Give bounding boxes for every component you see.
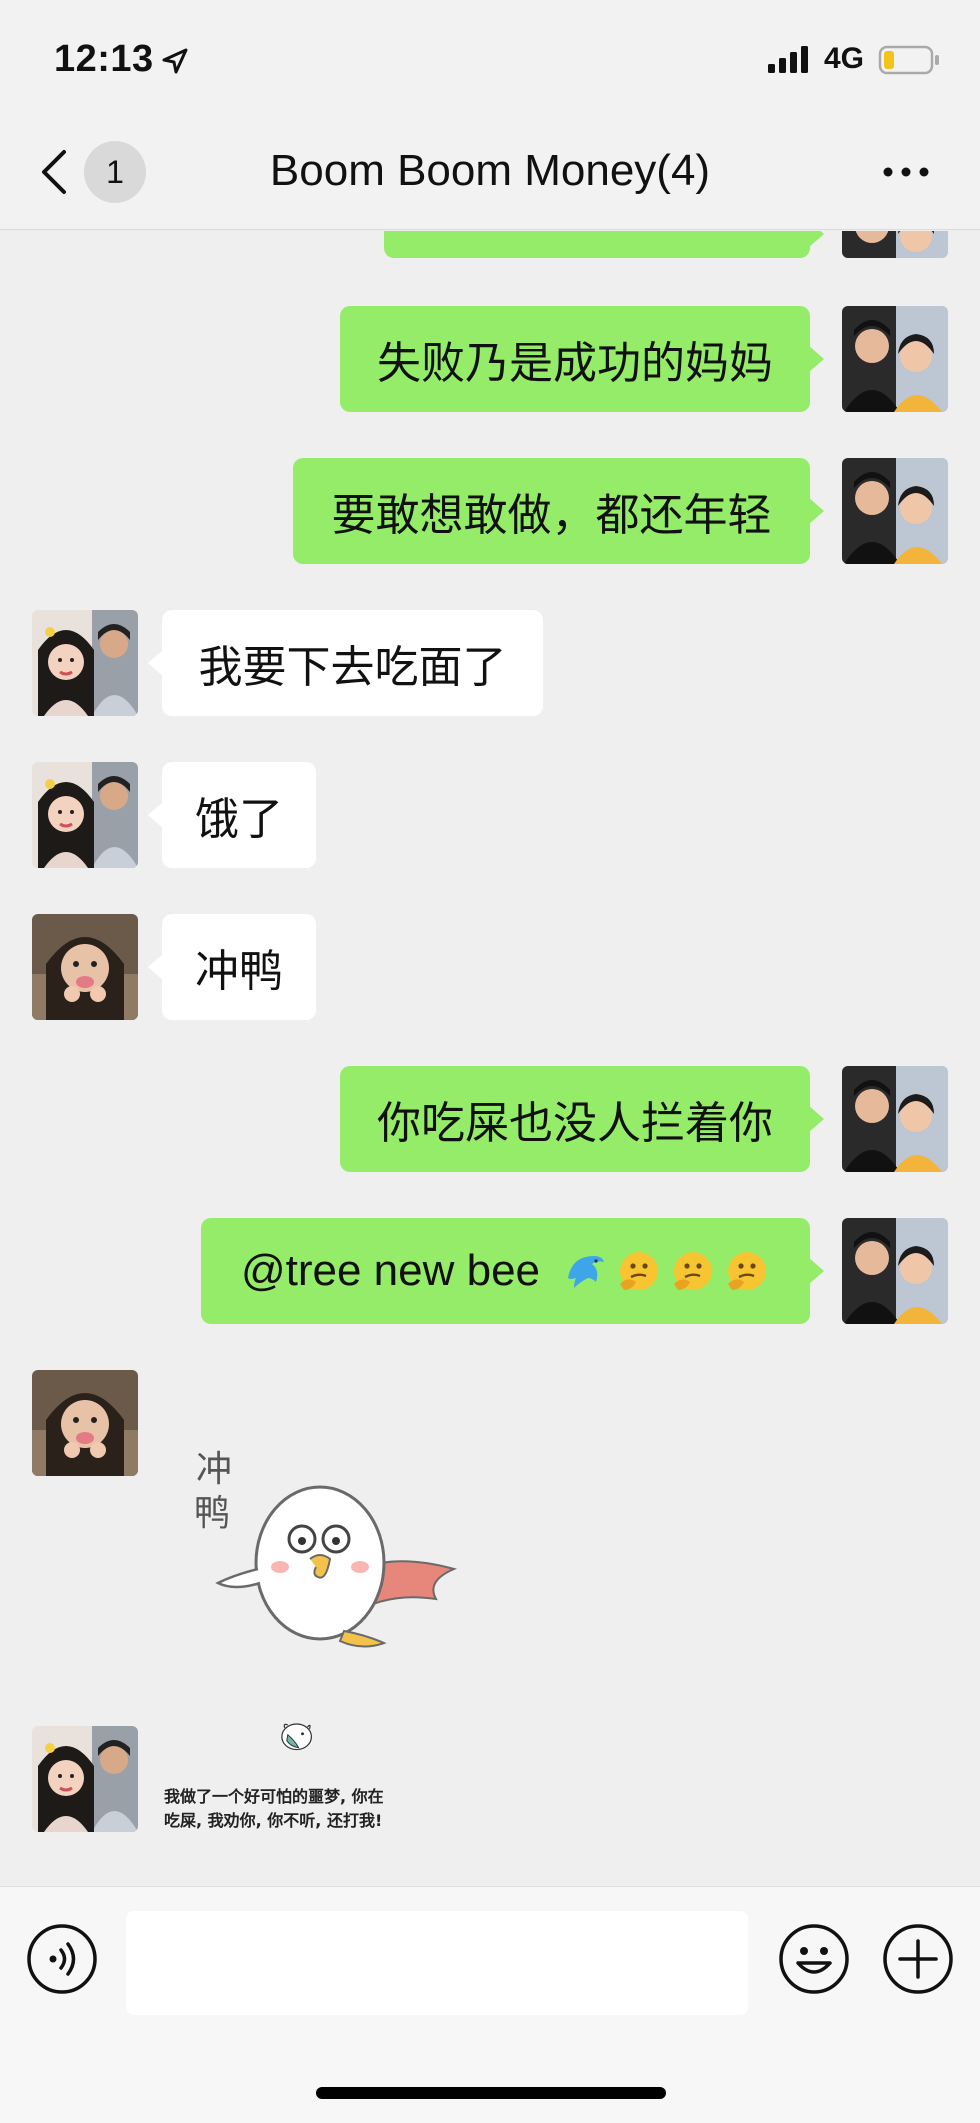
sticker-text-1: 冲	[196, 1449, 232, 1490]
chat-title: Boom Boom Money(4)	[269, 146, 711, 195]
message-bubble-partial[interactable]	[384, 231, 824, 258]
message-text: 饿了	[195, 794, 283, 845]
avatar[interactable]	[842, 458, 948, 564]
message-text: 我要下去吃面了	[198, 642, 507, 693]
message-text: 冲鸭	[195, 946, 283, 997]
plus-circle-icon[interactable]	[882, 1923, 954, 1995]
duck-sticker[interactable]: 冲 鸭	[190, 1431, 470, 1661]
message-bubble[interactable]: 饿了	[148, 762, 316, 868]
thinking-face-emoji	[674, 1252, 713, 1290]
location-arrow-icon	[162, 48, 188, 74]
battery-low-icon	[878, 45, 939, 75]
thinking-face-emoji	[728, 1252, 767, 1290]
message-text: 你吃屎也没人拦着你	[377, 1098, 773, 1149]
message-text: @tree new bee	[240, 1246, 541, 1295]
message-input[interactable]	[126, 1911, 748, 2015]
dolphin-emoji	[568, 1256, 605, 1288]
meme-caption-line-2: 吃屎, 我劝你, 你不听, 还打我!	[164, 1811, 383, 1830]
avatar[interactable]	[842, 1218, 948, 1324]
message-text: 要敢想敢做，都还年轻	[331, 490, 772, 541]
chevron-left-icon[interactable]	[36, 148, 72, 196]
smiley-icon[interactable]	[778, 1923, 850, 1995]
more-dots-icon[interactable]	[880, 160, 932, 184]
status-time: 12:13	[54, 38, 154, 80]
sticker-text-2: 鸭	[194, 1493, 230, 1534]
message-bubble[interactable]: 冲鸭	[148, 914, 316, 1020]
message-bubble[interactable]: 你吃屎也没人拦着你	[340, 1066, 824, 1172]
home-indicator[interactable]	[316, 2087, 666, 2099]
meme-sticker[interactable]	[160, 1721, 450, 1785]
message-list[interactable]: 失败乃是成功的妈妈 要敢想敢做，都还年轻 我要下去吃面了 饿了 冲鸭 你吃屎也没…	[0, 231, 980, 1886]
meme-caption-line-1: 我做了一个好可怕的噩梦, 你在	[164, 1787, 384, 1806]
meme-caption: 我做了一个好可怕的噩梦, 你在 吃屎, 我劝你, 你不听, 还打我!	[164, 1785, 464, 1833]
avatar[interactable]	[842, 306, 948, 412]
emoji-row	[554, 1248, 770, 1294]
message-bubble[interactable]: @tree new bee	[201, 1218, 824, 1324]
signal-bars-icon	[768, 46, 808, 73]
avatar[interactable]	[32, 762, 138, 868]
voice-icon[interactable]	[26, 1923, 98, 1995]
message-text: 失败乃是成功的妈妈	[377, 338, 773, 389]
message-bubble[interactable]: 要敢想敢做，都还年轻	[293, 458, 824, 564]
unread-count-badge[interactable]: 1	[84, 141, 146, 203]
message-bubble[interactable]: 失败乃是成功的妈妈	[340, 306, 824, 412]
top-bar: 12:13 4G 1 Boom Boom Money(4)	[0, 0, 980, 230]
avatar[interactable]	[32, 914, 138, 1020]
thinking-face-emoji	[620, 1252, 659, 1290]
avatar[interactable]	[842, 1066, 948, 1172]
network-label: 4G	[824, 42, 865, 75]
avatar[interactable]	[32, 1726, 138, 1832]
message-bubble[interactable]: 我要下去吃面了	[148, 610, 543, 716]
avatar[interactable]	[842, 231, 948, 258]
avatar[interactable]	[32, 610, 138, 716]
avatar[interactable]	[32, 1370, 138, 1476]
input-bar	[0, 1886, 980, 2123]
